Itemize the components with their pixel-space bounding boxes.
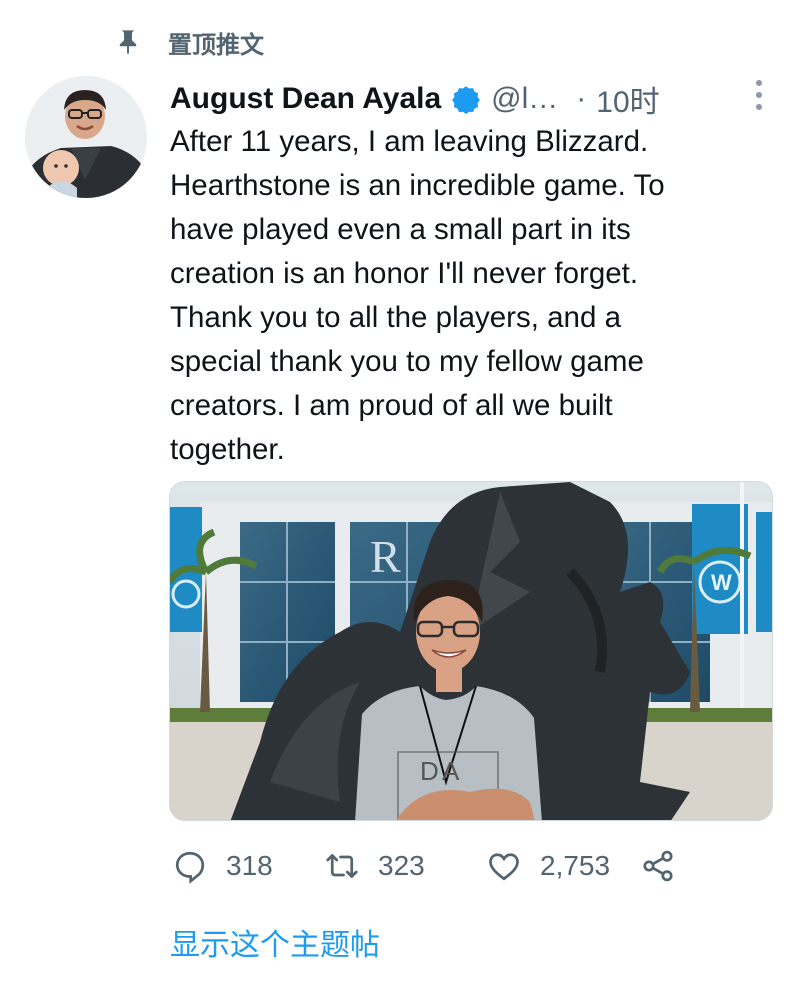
- retweet-button[interactable]: 323: [324, 846, 425, 886]
- more-vertical-icon[interactable]: [754, 80, 764, 110]
- tweet-photo[interactable]: R W D A A: [169, 481, 773, 821]
- tweet-text: After 11 years, I am leaving Blizzard. H…: [170, 120, 770, 472]
- tweet-line: together.: [170, 433, 285, 466]
- pinned-tweet-label: 置顶推文: [114, 24, 264, 60]
- building-sign-letter: R: [370, 531, 401, 582]
- like-button[interactable]: 2,753: [486, 846, 610, 886]
- reply-icon: [175, 851, 205, 884]
- show-thread-link[interactable]: 显示这个主题帖: [170, 920, 380, 964]
- tweet-header: August Dean Ayala @l… · 10时: [170, 78, 780, 120]
- tweet-line: creators. I am proud of all we built: [170, 389, 613, 422]
- tweet-line: creation is an honor I'll never forget.: [170, 257, 639, 290]
- reply-count: 318: [226, 850, 273, 881]
- retweet-icon: [326, 854, 358, 878]
- tweet-line: After 11 years, I am leaving Blizzard.: [170, 125, 649, 158]
- avatar[interactable]: [25, 76, 147, 198]
- tweet-line: Hearthstone is an incredible game. To: [170, 169, 665, 202]
- like-count: 2,753: [540, 850, 611, 881]
- share-button[interactable]: [640, 846, 694, 886]
- tweet-timestamp[interactable]: 10时: [596, 77, 659, 121]
- share-icon: [643, 850, 673, 882]
- tweet-action-bar: 318 323 2,753: [172, 846, 692, 886]
- shirt-text-d: D: [420, 756, 439, 786]
- tweet-line: special thank you to my fellow game: [170, 345, 644, 378]
- reply-button[interactable]: 318: [172, 846, 273, 886]
- banner-letter: W: [711, 570, 732, 595]
- shirt-text-a: A: [442, 756, 460, 786]
- author-name[interactable]: August Dean Ayala: [170, 82, 441, 116]
- pin-icon: [119, 30, 137, 54]
- retweet-count: 323: [378, 850, 425, 881]
- tweet-line: have played even a small part in its: [170, 213, 631, 246]
- heart-icon: [489, 853, 519, 881]
- pinned-label-text: 置顶推文: [168, 31, 264, 59]
- separator-dot: ·: [576, 82, 587, 115]
- author-handle[interactable]: @l…: [491, 82, 558, 116]
- verified-badge-icon: [452, 86, 481, 115]
- tweet-line: Thank you to all the players, and a: [170, 301, 621, 334]
